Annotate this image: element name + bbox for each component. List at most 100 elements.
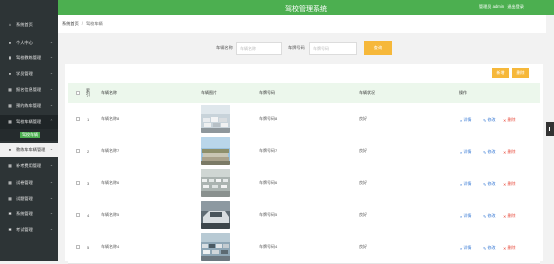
view-button[interactable]: ⌕ 详情 [460,117,471,123]
user-area: 管理员 admin 退出登录 [477,4,524,10]
edit-label: 修改 [487,213,496,218]
sidebar-item-home[interactable]: ⌂ 系统首页 [0,18,58,32]
edit-button[interactable]: ✎ 修改 [483,117,496,123]
sidebar-item-label: 系统管理 [16,211,33,216]
chevron-down-icon: ⌄ [49,147,53,151]
view-label: 详情 [463,181,472,186]
edit-button[interactable]: ✎ 修改 [483,245,496,251]
delete-label: 删除 [507,117,516,122]
edit-label: 修改 [487,181,496,186]
edit-label: 修改 [487,149,496,154]
cell-status: 良好 [359,180,367,185]
sidebar-submenu: 驾校车辆 [0,129,58,141]
row-checkbox[interactable] [76,181,80,185]
delete-button[interactable]: 删除 [512,68,529,78]
row-delete-button[interactable]: ✕ 删除 [503,181,516,187]
delete-label: 删除 [507,149,516,154]
sidebar-item-retake-fees[interactable]: ▦ 补考费用管理 ⌄ [0,159,58,173]
row-delete-button[interactable]: ✕ 删除 [503,213,516,219]
row-checkbox[interactable] [76,149,80,153]
breadcrumb-separator: / [81,21,83,26]
sidebar-item-papers[interactable]: ▦ 试卷管理 ⌄ [0,176,58,190]
row-checkbox[interactable] [76,213,80,217]
search-button[interactable]: 查询 [364,41,392,55]
chevron-down-icon: ⌄ [49,196,53,200]
sidebar-item-booking[interactable]: ▦ 预约练车管理 ⌄ [0,99,58,113]
edit-button[interactable]: ✎ 修改 [483,213,496,219]
cell-name: 车辆名称5 [101,212,120,217]
sidebar-item-school-vehicles[interactable]: ▦ 驾校车辆管理 ⌃ [0,115,58,129]
breadcrumb-current: 驾校车辆 [85,21,103,26]
cell-status: 良好 [359,116,367,121]
add-button[interactable]: 新增 [492,68,509,78]
sidebar-item-label: 报名信息管理 [16,87,42,92]
cell-status: 良好 [359,148,367,153]
name-search-input[interactable] [236,42,282,55]
user-icon: ● [8,71,12,76]
row-delete-button[interactable]: ✕ 删除 [503,245,516,251]
cell-plate: 车牌号码6 [259,180,278,185]
vehicle-image [201,233,230,261]
sidebar-item-personal-center[interactable]: ● 个人中心 ⌄ [0,36,58,50]
view-label: 详情 [463,149,472,154]
search-icon: ⌕ [460,117,463,123]
gear-icon: ✱ [8,211,12,216]
edit-icon: ✎ [483,181,487,187]
close-icon: ✕ [503,117,507,123]
cell-plate: 车牌号码7 [259,148,278,153]
sidebar-item-system[interactable]: ✱ 系统管理 ⌄ [0,207,58,221]
sidebar-item-label: 系统首页 [16,22,33,27]
chevron-down-icon: ⌄ [49,163,53,167]
search-icon: ⌕ [460,213,463,219]
table-header: 索引 车辆名称 车辆图片 车牌号码 车辆状况 操作 [68,83,540,103]
cell-index: 5 [87,244,90,250]
edit-icon: ✎ [483,213,487,219]
edit-button[interactable]: ✎ 修改 [483,149,496,155]
sidebar-item-registration[interactable]: ▦ 报名信息管理 ⌄ [0,83,58,97]
header-actions: 操作 [459,90,467,95]
cell-index: 1 [87,116,90,122]
row-delete-button[interactable]: ✕ 删除 [503,117,516,123]
sidebar-item-coach[interactable]: ▮ 驾校教练管理 ⌄ [0,51,58,65]
row-delete-button[interactable]: ✕ 删除 [503,149,516,155]
view-button[interactable]: ⌕ 详情 [460,245,471,251]
sidebar-item-label: 补考费用管理 [16,163,42,168]
bulb-icon: ● [8,147,12,152]
close-icon: ✕ [503,213,507,219]
view-button[interactable]: ⌕ 详情 [460,181,471,187]
sidebar-item-label: 驾校车辆管理 [16,119,42,124]
user-icon: ● [8,40,12,45]
plate-search-input[interactable] [309,42,357,55]
row-checkbox[interactable] [76,245,80,249]
row-checkbox[interactable] [76,117,80,121]
side-panel-handle[interactable] [546,122,554,136]
select-all-checkbox[interactable] [76,91,80,95]
vehicle-image [201,169,230,197]
sidebar-item-exams[interactable]: ✱ 考试管理 ⌄ [0,223,58,237]
view-button[interactable]: ⌕ 详情 [460,149,471,155]
delete-label: 删除 [507,245,516,250]
edit-label: 修改 [487,117,496,122]
view-button[interactable]: ⌕ 详情 [460,213,471,219]
cell-index: 3 [87,180,90,186]
breadcrumb-bar: 系统首页 / 驾校车辆 [58,15,546,33]
sidebar-item-label: 驾校教练管理 [16,55,42,60]
table-row: 4 车辆名称5 车牌号码5 良好 ⌕ 详情 ✎ 修改 ✕ 删除 [68,199,540,232]
cell-index: 4 [87,212,90,218]
edit-button[interactable]: ✎ 修改 [483,181,496,187]
sidebar-item-questions[interactable]: ▦ 试题管理 ⌄ [0,192,58,206]
home-icon: ⌂ [8,22,12,27]
top-bar: 驾校管理系统 管理员 admin 退出登录 [58,0,554,15]
view-label: 详情 [463,213,472,218]
header-image: 车辆图片 [201,90,217,95]
sidebar: ⌂ 系统首页 ● 个人中心 ⌄ ▮ 驾校教练管理 ⌄ ● 学员管理 ⌄ ▦ 报名… [0,0,58,261]
vehicle-image [201,201,230,229]
sidebar-item-coach-vehicles[interactable]: ● 教练车车辆管理 ⌄ [0,143,58,157]
chevron-down-icon: ⌄ [49,211,53,215]
logout-link[interactable]: 退出登录 [507,4,524,9]
breadcrumb: 系统首页 / 驾校车辆 [62,21,103,27]
sidebar-item-students[interactable]: ● 学员管理 ⌄ [0,67,58,81]
sidebar-subitem-school-vehicles[interactable]: 驾校车辆 [20,132,40,138]
breadcrumb-home[interactable]: 系统首页 [62,21,79,26]
table-row: 5 车辆名称4 车牌号码4 良好 ⌕ 详情 ✎ 修改 ✕ 删除 [68,231,540,264]
